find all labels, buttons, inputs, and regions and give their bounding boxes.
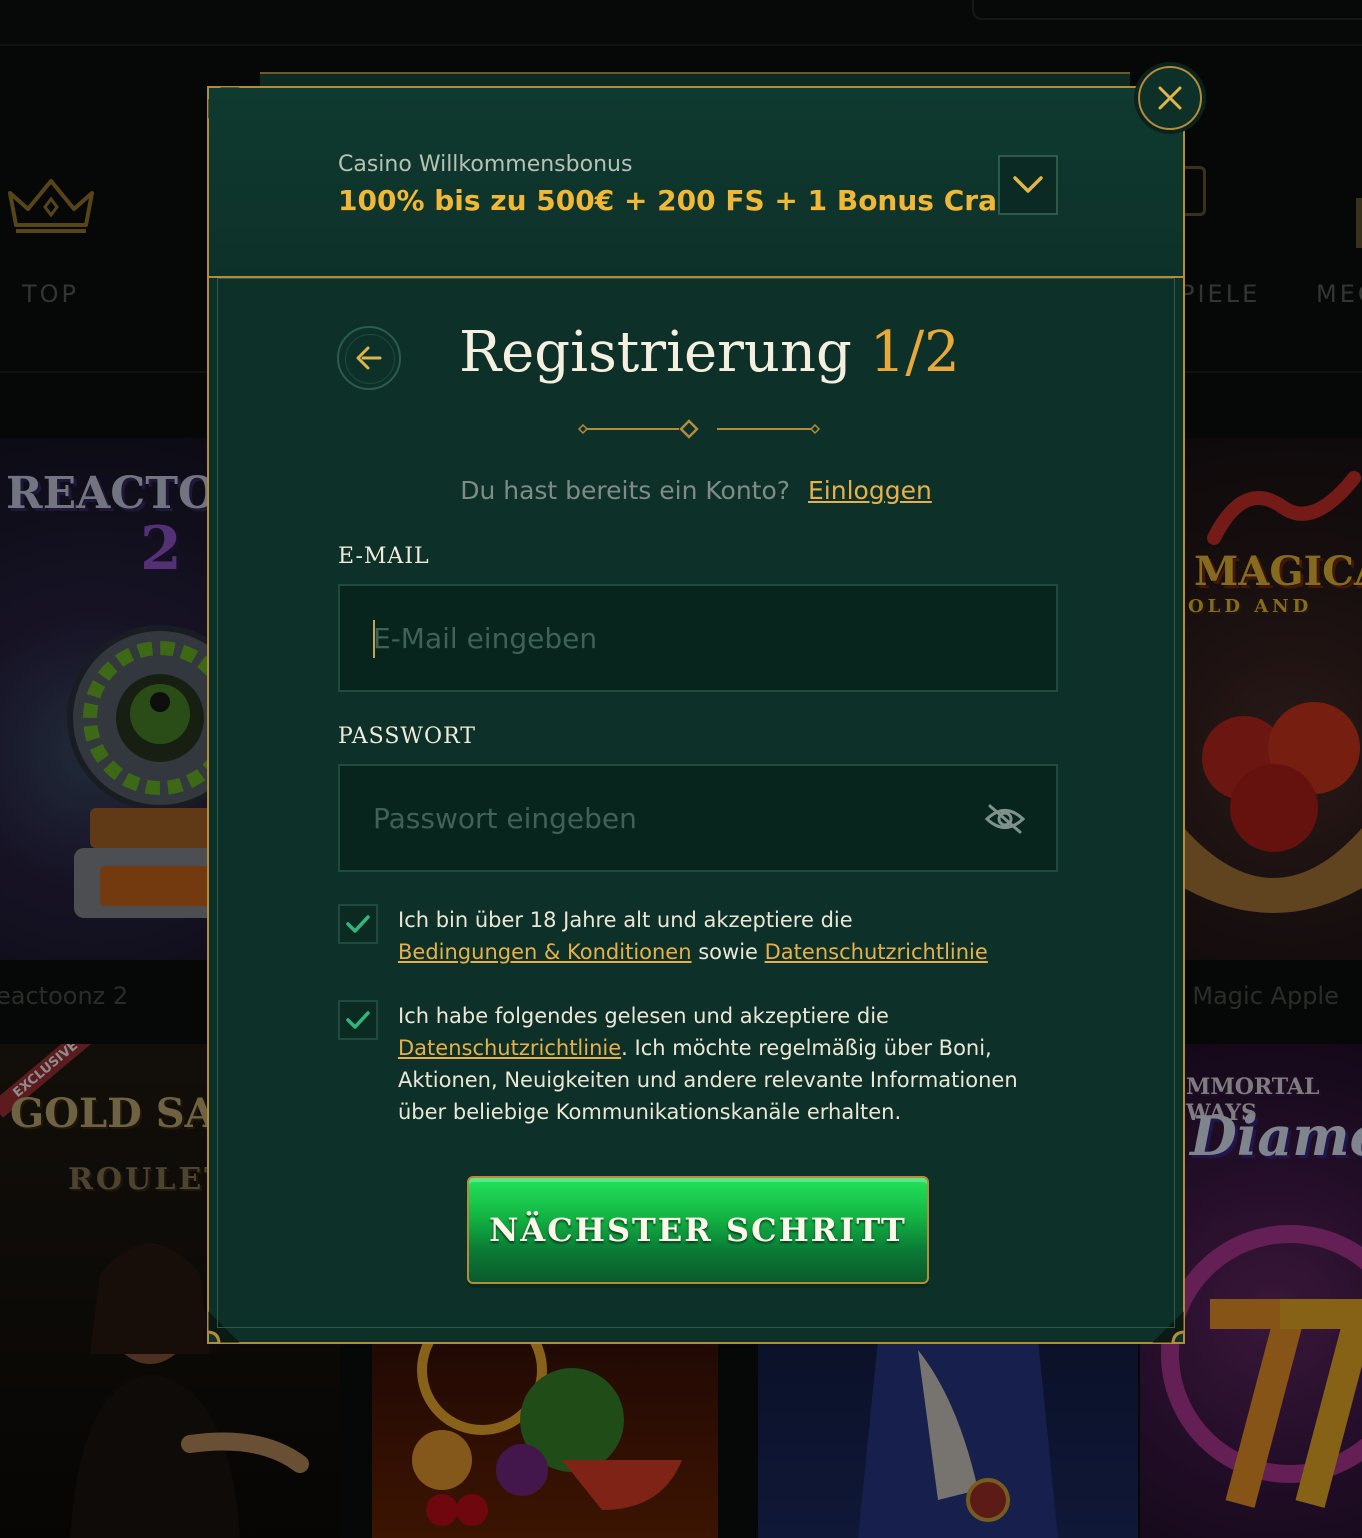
consent-text: Ich bin über 18 Jahre alt und akzeptiere…: [398, 908, 853, 932]
close-button[interactable]: [1138, 66, 1202, 130]
bonus-toggle-button[interactable]: [998, 155, 1058, 215]
step-indicator: 1/2: [869, 320, 960, 385]
checkmark-icon: [346, 1011, 370, 1029]
next-step-label: NÄCHSTER SCHRITT: [489, 1211, 907, 1249]
marketing-checkbox[interactable]: [338, 1000, 378, 1040]
terms-checkbox[interactable]: [338, 904, 378, 944]
consent-text: Ich habe folgendes gelesen und akzeptier…: [398, 1004, 889, 1028]
corner-ornament: [207, 1310, 241, 1344]
title-text: Registrierung: [459, 320, 852, 385]
text-caret: [373, 620, 375, 658]
email-field-wrapper: [338, 584, 1058, 692]
close-icon: [1158, 86, 1182, 110]
back-arrow-icon: [356, 346, 382, 370]
corner-ornament: [1151, 1310, 1185, 1344]
terms-link[interactable]: Bedingungen & Konditionen: [398, 940, 692, 964]
bonus-subtitle: Casino Willkommensbonus: [338, 152, 633, 177]
next-step-button[interactable]: NÄCHSTER SCHRITT: [467, 1176, 929, 1284]
marketing-consent-text: Ich habe folgendes gelesen und akzeptier…: [398, 1000, 1058, 1128]
back-button[interactable]: [337, 326, 401, 390]
eye-slash-icon[interactable]: [984, 802, 1026, 836]
checkmark-icon: [346, 915, 370, 933]
email-label: E-MAIL: [338, 544, 430, 569]
login-prompt-text: Du hast bereits ein Konto?: [460, 476, 791, 505]
email-input[interactable]: [340, 586, 1056, 690]
terms-consent-text: Ich bin über 18 Jahre alt und akzeptiere…: [398, 904, 1058, 968]
privacy-link[interactable]: Datenschutzrichtlinie: [765, 940, 988, 964]
consent-text: sowie: [698, 940, 758, 964]
login-link[interactable]: Einloggen: [808, 476, 932, 505]
password-field-wrapper: [338, 764, 1058, 872]
page-title: Registrierung 1/2: [459, 320, 960, 385]
chevron-down-icon: [1013, 176, 1043, 193]
bonus-title: 100% bis zu 500€ + 200 FS + 1 Bonus Crab: [338, 184, 1017, 217]
password-label: PASSWORT: [338, 724, 476, 749]
welcome-bonus-bar[interactable]: Casino Willkommensbonus 100% bis zu 500€…: [209, 88, 1183, 278]
privacy-link[interactable]: Datenschutzrichtlinie: [398, 1036, 621, 1060]
registration-modal: Casino Willkommensbonus 100% bis zu 500€…: [207, 86, 1185, 1344]
ornament-divider: [577, 419, 821, 439]
password-input[interactable]: [340, 766, 1056, 870]
login-prompt: Du hast bereits ein Konto? Einloggen: [209, 476, 1183, 505]
